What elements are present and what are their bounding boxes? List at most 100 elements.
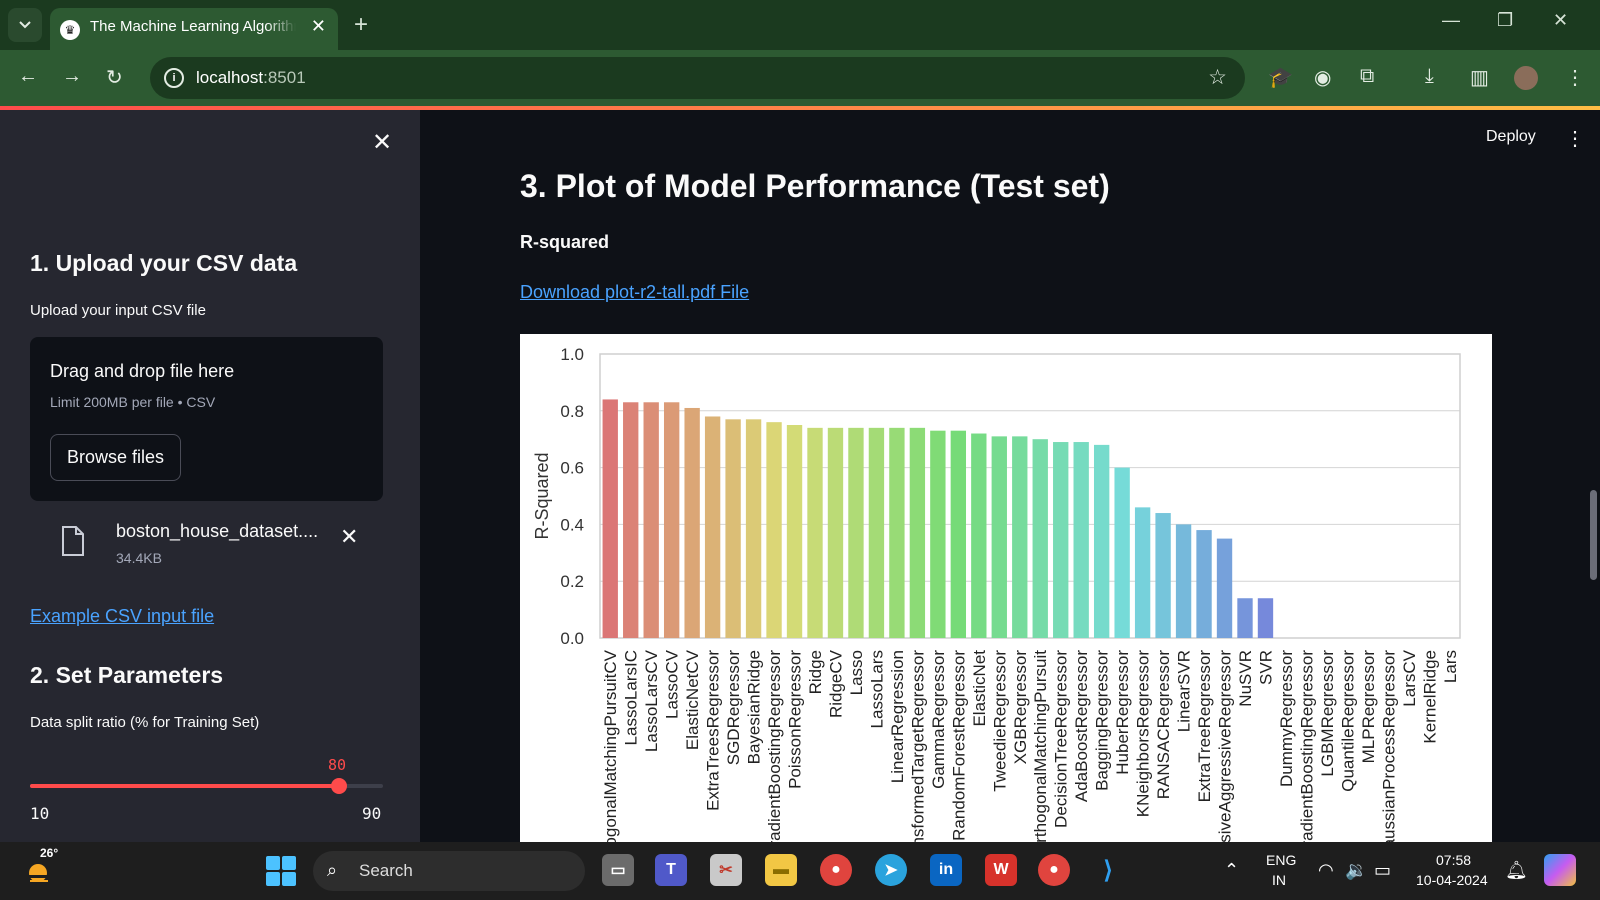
split-ratio-slider[interactable] bbox=[30, 778, 383, 794]
url-text[interactable]: localhost:8501 bbox=[196, 68, 306, 88]
remove-file-button[interactable]: ✕ bbox=[340, 524, 358, 550]
upload-section-title: 1. Upload your CSV data bbox=[30, 250, 298, 276]
forward-arrow-icon[interactable]: → bbox=[62, 65, 82, 88]
x-tick-label: LassoLarsIC bbox=[622, 650, 641, 745]
battery-icon[interactable]: ▭ bbox=[1374, 860, 1391, 881]
x-tick-label: Ridge bbox=[806, 650, 825, 694]
slider-thumb[interactable] bbox=[330, 778, 347, 794]
address-bar[interactable]: i localhost:8501 ☆ bbox=[150, 57, 1245, 99]
x-tick-label: LarsCV bbox=[1400, 649, 1419, 706]
tab-title: The Machine Learning Algorithm bbox=[90, 18, 296, 35]
x-tick-label: HistGradientBoostingRegressor bbox=[1297, 650, 1316, 842]
file-explorer-icon[interactable]: ▬ bbox=[765, 854, 797, 886]
streamlit-favicon-icon: ♛ bbox=[60, 20, 80, 40]
deploy-button[interactable]: Deploy bbox=[1486, 128, 1536, 146]
x-tick-label: OrthogonalMatchingPursuit bbox=[1031, 650, 1050, 842]
chart-bar bbox=[1257, 598, 1274, 638]
x-tick-label: ElasticNet bbox=[970, 650, 989, 727]
chart-bar bbox=[991, 436, 1007, 638]
windows-start-icon[interactable] bbox=[266, 856, 296, 886]
language-code[interactable]: ENG bbox=[1266, 852, 1296, 868]
bookmark-star-icon[interactable]: ☆ bbox=[1208, 65, 1227, 90]
reload-icon[interactable]: ↻ bbox=[106, 65, 123, 90]
taskbar-search-box[interactable]: ⌕ Search bbox=[313, 851, 585, 891]
slider-min-label: 10 bbox=[30, 804, 50, 823]
x-tick-label: QuantileRegressor bbox=[1338, 650, 1357, 792]
chart-bar bbox=[643, 402, 659, 638]
download-plot-link[interactable]: Download plot-r2-tall.pdf File bbox=[520, 282, 749, 303]
chart-bar bbox=[889, 427, 905, 638]
x-tick-label: GradientBoostingRegressor bbox=[765, 650, 784, 842]
chart-bar bbox=[1053, 442, 1069, 638]
x-tick-label: LassoLars bbox=[867, 650, 886, 728]
slider-max-label: 90 bbox=[362, 804, 382, 823]
extension-hat-icon[interactable]: 🎓 bbox=[1268, 65, 1293, 90]
minimize-button[interactable]: — bbox=[1442, 10, 1460, 31]
x-tick-label: BaggingRegressor bbox=[1093, 650, 1112, 791]
clock-time[interactable]: 07:58 bbox=[1436, 852, 1471, 868]
snipping-tool-icon[interactable]: ✂ bbox=[710, 854, 742, 886]
main-menu-icon[interactable]: ⋮ bbox=[1565, 126, 1585, 151]
profile-avatar[interactable] bbox=[1514, 66, 1538, 90]
weather-temperature: 26° bbox=[40, 846, 59, 860]
chart-bar bbox=[1073, 442, 1089, 638]
download-icon[interactable]: ⤓ bbox=[1425, 65, 1434, 88]
linkedin-icon[interactable]: in bbox=[930, 854, 962, 886]
new-tab-button[interactable]: + bbox=[354, 11, 368, 39]
browser-tab-active[interactable]: ♛ The Machine Learning Algorithm ✕ bbox=[50, 8, 338, 50]
task-view-icon[interactable]: ▭ bbox=[602, 854, 634, 886]
copilot-icon[interactable] bbox=[1544, 854, 1576, 886]
chrome-extension-icon[interactable]: ◉ bbox=[1314, 65, 1331, 90]
main-scrollbar[interactable] bbox=[1590, 490, 1597, 580]
chart-bar bbox=[1134, 507, 1151, 638]
browser-menu-icon[interactable]: ⋮ bbox=[1565, 65, 1585, 90]
y-tick-label: 0.0 bbox=[560, 629, 584, 648]
tab-search-button[interactable] bbox=[8, 8, 42, 42]
chart-bar bbox=[1237, 598, 1253, 638]
file-icon bbox=[62, 526, 84, 556]
start-tile bbox=[282, 856, 296, 870]
chrome-profile-2-icon[interactable]: ● bbox=[1038, 854, 1070, 886]
tab-close-button[interactable]: ✕ bbox=[311, 16, 326, 37]
chart-bar bbox=[1155, 513, 1171, 638]
y-tick-label: 0.2 bbox=[560, 572, 584, 591]
chart-bar bbox=[1196, 530, 1212, 638]
file-dropzone[interactable]: Drag and drop file here Limit 200MB per … bbox=[30, 337, 383, 501]
extensions-puzzle-icon[interactable]: ⧉ bbox=[1360, 65, 1374, 88]
main-content: Deploy ⋮ 3. Plot of Model Performance (T… bbox=[420, 110, 1600, 842]
page-title: 3. Plot of Model Performance (Test set) bbox=[520, 168, 1110, 204]
restore-button[interactable]: ❐ bbox=[1497, 10, 1513, 31]
tray-chevron-up-icon[interactable]: ⌃ bbox=[1224, 860, 1239, 881]
chart-bar bbox=[745, 419, 762, 638]
x-tick-label: SVR bbox=[1256, 650, 1275, 685]
x-tick-label: OrthogonalMatchingPursuitCV bbox=[601, 649, 620, 842]
x-tick-label: LassoLarsCV bbox=[642, 649, 661, 752]
example-csv-link[interactable]: Example CSV input file bbox=[30, 606, 214, 627]
notification-bell-icon[interactable]: 🔔︎ bbox=[1505, 860, 1528, 881]
wifi-icon[interactable]: ◠ bbox=[1318, 860, 1334, 881]
volume-icon[interactable]: 🔉 bbox=[1345, 860, 1367, 881]
wps-office-icon[interactable]: W bbox=[985, 854, 1017, 886]
x-tick-label: NuSVR bbox=[1236, 650, 1255, 707]
sidebar-close-button[interactable]: ✕ bbox=[372, 128, 392, 157]
chevron-down-icon bbox=[19, 21, 31, 29]
teams-icon[interactable]: T bbox=[655, 854, 687, 886]
browse-files-button[interactable]: Browse files bbox=[50, 434, 181, 481]
chrome-profile-1-icon[interactable]: ● bbox=[820, 854, 852, 886]
y-tick-label: 0.8 bbox=[560, 402, 584, 421]
x-tick-label: KernelRidge bbox=[1420, 650, 1439, 744]
back-arrow-icon[interactable]: ← bbox=[18, 65, 38, 88]
site-info-icon[interactable]: i bbox=[164, 68, 184, 88]
uploaded-file-size: 34.4KB bbox=[116, 550, 162, 566]
vscode-icon[interactable]: ⟩ bbox=[1092, 854, 1124, 886]
telegram-icon[interactable]: ➤ bbox=[875, 854, 907, 886]
dropzone-title: Drag and drop file here bbox=[50, 361, 235, 381]
parameters-section-title: 2. Set Parameters bbox=[30, 662, 224, 688]
x-tick-label: Lars bbox=[1441, 650, 1460, 683]
side-panel-icon[interactable]: ▥ bbox=[1470, 65, 1489, 90]
region-code[interactable]: IN bbox=[1272, 872, 1286, 888]
x-tick-label: ExtraTreeRegressor bbox=[1195, 650, 1214, 803]
window-close-button[interactable]: ✕ bbox=[1553, 10, 1568, 31]
r2-bar-chart: 0.0 0.2 0.4 0.6 0.8 1.0 R-Squared OrthogonalMat… bbox=[520, 334, 1492, 842]
clock-date[interactable]: 10-04-2024 bbox=[1416, 872, 1488, 888]
